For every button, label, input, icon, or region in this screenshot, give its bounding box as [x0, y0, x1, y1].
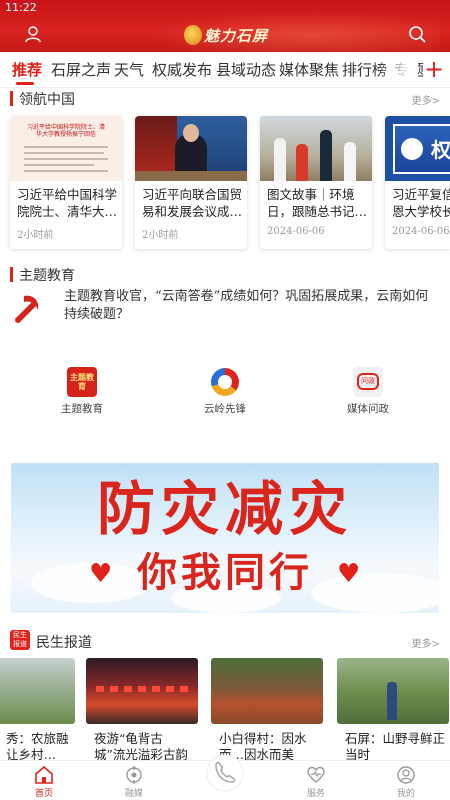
section-header-minsheng: 民生报道 民生报道 更多> [10, 630, 440, 652]
section-header-lingdao: 领航中国 更多> [10, 89, 440, 109]
more-link[interactable]: 更多> [412, 92, 440, 107]
news-title: 习近平给中国科学院院士、清华大… [17, 187, 117, 219]
news-thumbnail [211, 658, 323, 724]
section-bar [10, 267, 13, 282]
nav-label: 我的 [396, 789, 415, 799]
tab-authority[interactable]: 权威发布 [152, 59, 212, 80]
tab-recommend[interactable]: 推荐 [12, 59, 42, 80]
search-icon[interactable] [408, 25, 426, 43]
news-thumbnail [86, 658, 198, 724]
media-inquiry-icon: 问政 [353, 367, 383, 397]
news-card[interactable]: 石屏：山野寻鲜正当时 [337, 658, 449, 768]
banner-headline: 防灾减灾 [96, 475, 353, 543]
news-thumbnail [135, 116, 247, 181]
news-card[interactable]: 夜游“龟背古城”流光溢彩古韵浓 [86, 658, 198, 768]
media-icon [126, 766, 142, 784]
tab-weather[interactable]: 天气 [114, 59, 144, 80]
thumbnail-headline: 习近平给中国科学院院士、清华大学教授杨振宁回信 [26, 124, 105, 138]
tab-shiping-voice[interactable]: 石屏之声 [51, 59, 111, 80]
news-card[interactable]: 权威 习近平复信美国…恩大学校长 2024-06-06 [385, 116, 450, 249]
theme-education-icon: 主题教育 [67, 367, 97, 397]
news-thumbnail [260, 116, 372, 181]
quick-link-media-inquiry[interactable]: 问政 媒体问政 [323, 367, 413, 417]
banner-subline: 你我同行 [137, 550, 313, 596]
section-title: 主题教育 [19, 268, 75, 284]
news-time: 2024-06-06 [267, 226, 325, 237]
news-thumbnail: 权威 [385, 116, 450, 181]
nav-media[interactable]: 融媒 [104, 765, 164, 799]
app-logo: 魅力石屏 [184, 24, 268, 46]
news-thumbnail [0, 658, 75, 724]
news-time: 2小时前 [17, 230, 54, 241]
news-card[interactable]: 秀：农旅融让乡村… [0, 658, 75, 768]
app-name: 魅力石屏 [204, 26, 269, 45]
news-thumbnail [337, 658, 449, 724]
section-title: 民生报道 [36, 635, 92, 651]
hotline-icon [206, 754, 244, 792]
bottom-navigation: 首页 融媒 服务 我的 [0, 754, 450, 800]
theme-headline: 主题教育收官，“云南答卷”成绩如何？巩固拓展成果，云南如何持续破题？ [64, 289, 429, 322]
news-card[interactable]: 习近平给中国科学院院士、清华大学教授杨振宁回信 习近平给中国科学院院士、清华大…… [10, 116, 122, 249]
theme-news-item[interactable]: 主题教育收官，“云南答卷”成绩如何？巩固拓展成果，云南如何持续破题？ [10, 288, 440, 338]
logo-mark-icon [184, 25, 202, 45]
add-channel-icon[interactable]: + [424, 56, 444, 82]
more-link[interactable]: 更多> [412, 635, 440, 650]
tab-county-news[interactable]: 县域动态 [216, 59, 276, 80]
section-header-theme: 主题教育 [10, 265, 440, 285]
party-emblem-icon [15, 295, 39, 323]
minsheng-icon: 民生报道 [10, 630, 30, 650]
tab-media-focus[interactable]: 媒体聚焦 [279, 59, 339, 80]
nav-label: 融媒 [124, 789, 143, 799]
news-time: 2024-06-06 [392, 226, 450, 237]
nav-profile[interactable]: 我的 [376, 765, 436, 799]
thumbnail-text: 权威 [431, 138, 450, 162]
yunling-icon [210, 367, 240, 397]
news-card[interactable]: 习近平向联合国贸易和发展会议成… 2小时前 [135, 116, 247, 249]
quick-link-theme-education[interactable]: 主题教育 主题教育 [37, 367, 127, 417]
quick-link-yunling[interactable]: 云岭先锋 [180, 367, 270, 417]
service-icon [307, 766, 325, 783]
news-thumbnail: 习近平给中国科学院院士、清华大学教授杨振宁回信 [10, 116, 122, 181]
news-title: 习近平复信美国…恩大学校长 [392, 187, 450, 219]
status-time: 11:22 [5, 1, 37, 14]
promo-banner[interactable]: 防灾减灾 ♥ ♥ 你我同行 [11, 463, 439, 613]
emblem-icon [401, 138, 423, 160]
tab-fade [378, 52, 418, 87]
nav-home[interactable]: 首页 [14, 765, 74, 799]
active-tab-indicator [16, 82, 34, 85]
quick-link-label: 云岭先锋 [204, 403, 246, 415]
quick-link-label: 媒体问政 [347, 403, 389, 415]
news-title: 习近平向联合国贸易和发展会议成… [142, 187, 242, 219]
nav-service[interactable]: 服务 [286, 765, 346, 799]
news-card[interactable]: 小白得村：因水而…因水而美 [211, 658, 323, 768]
section-bar [10, 91, 13, 106]
quick-link-label: 主题教育 [61, 403, 103, 415]
nav-label: 服务 [306, 789, 325, 799]
header-decoration [120, 6, 440, 52]
news-card[interactable]: 图文故事｜环境日，跟随总书记… 2024-06-06 [260, 116, 372, 249]
profile-icon [397, 766, 415, 784]
news-time: 2小时前 [142, 230, 179, 241]
channel-tabs: 推荐 石屏之声 天气 权威发布 县域动态 媒体聚焦 排行榜 专题 + [0, 52, 450, 88]
app-header: 11:22 魅力石屏 [0, 0, 450, 52]
home-icon [35, 765, 53, 784]
nav-hotline[interactable] [205, 753, 245, 793]
nav-label: 首页 [34, 789, 53, 799]
section-title: 领航中国 [19, 92, 75, 108]
user-icon[interactable] [24, 25, 42, 43]
news-title: 图文故事｜环境日，跟随总书记… [267, 187, 367, 219]
